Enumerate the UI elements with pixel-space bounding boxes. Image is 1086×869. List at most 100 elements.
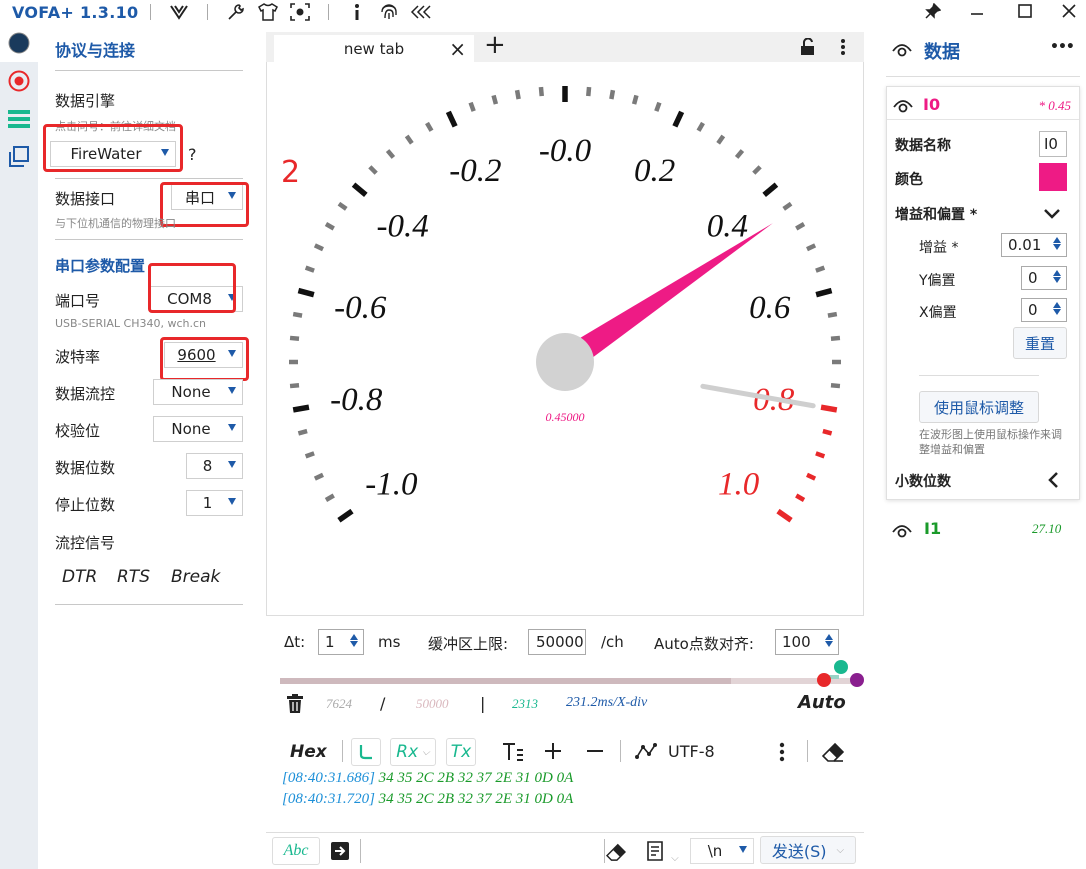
app-title: VOFA+ 1.3.10 <box>12 2 139 22</box>
nav-connection[interactable] <box>0 24 38 62</box>
eye-icon[interactable] <box>892 41 912 61</box>
dt-unit: ms <box>378 633 401 651</box>
fingerprint-icon[interactable] <box>377 1 401 23</box>
timestamp-toggle[interactable] <box>351 738 381 766</box>
rx-toggle[interactable]: Rx ⌵ <box>390 738 436 766</box>
shirt-icon[interactable] <box>256 1 280 23</box>
log-view[interactable]: [08:40:31.686] 34 35 2C 2B 32 37 2E 31 0… <box>282 768 852 830</box>
gauge-tick <box>297 287 315 298</box>
send-button[interactable]: 发送(S) ⌵ <box>760 836 856 864</box>
gauge-tick <box>716 134 726 145</box>
unlock-icon[interactable] <box>799 37 817 60</box>
tx-toggle[interactable]: Tx <box>446 738 476 766</box>
gauge-tick <box>827 311 838 318</box>
reset-button[interactable]: 重置 <box>1013 327 1067 359</box>
break-button[interactable]: Break <box>171 567 220 587</box>
tab-new[interactable]: new tab × <box>274 35 474 63</box>
channel-name[interactable]: I1 <box>924 519 941 538</box>
add-tab-icon[interactable]: + <box>484 30 506 60</box>
buffer-progress-track[interactable] <box>280 678 858 684</box>
chevron-down-icon <box>228 387 236 394</box>
nav-record[interactable] <box>0 62 38 100</box>
spinner-icon <box>824 633 834 651</box>
range-handle-purple[interactable] <box>850 673 864 687</box>
document-icon[interactable]: ⌵ <box>646 841 679 865</box>
range-handle-red[interactable] <box>817 673 831 687</box>
zoom-in-icon[interactable] <box>544 742 562 764</box>
screenshot-icon[interactable] <box>288 1 312 23</box>
vofa-logo-icon[interactable] <box>167 1 191 23</box>
flow-select[interactable]: None <box>153 379 243 405</box>
pin-icon[interactable] <box>918 0 948 22</box>
nav-commands[interactable] <box>0 100 38 138</box>
range-handle-green[interactable] <box>834 660 848 674</box>
send-file-icon[interactable] <box>330 841 350 865</box>
zoom-out-icon[interactable] <box>586 742 604 764</box>
mouse-adjust-button[interactable]: 使用鼠标调整 <box>919 391 1039 423</box>
stopbits-select[interactable]: 1 <box>186 490 243 516</box>
channel-card-i0: I0 * 0.45 数据名称 I0 颜色 增益和偏置 * 增益 * 0.01 Y… <box>886 86 1080 500</box>
eraser-icon[interactable] <box>605 843 627 865</box>
rts-button[interactable]: RTS <box>117 567 150 587</box>
trash-icon[interactable] <box>286 694 304 718</box>
hex-toggle[interactable]: Hex <box>290 742 327 762</box>
minimize-button[interactable] <box>962 0 992 22</box>
newline-select[interactable]: \n <box>690 838 754 864</box>
chevron-down-icon: ⌵ <box>671 853 679 864</box>
chevron-down-icon <box>228 498 236 505</box>
encoding-icon[interactable] <box>635 742 657 764</box>
abc-toggle[interactable]: Abc <box>272 837 320 865</box>
info-icon[interactable] <box>345 1 369 23</box>
annotation-box <box>43 124 183 172</box>
gauge-widget[interactable]: -1.0-0.8-0.6-0.4-0.2-0.00.20.40.60.81.0 … <box>266 62 864 616</box>
eraser-icon[interactable] <box>821 742 845 766</box>
chevron-down-icon[interactable] <box>1043 205 1061 224</box>
gauge-tick <box>830 383 841 389</box>
gauge-tick <box>313 472 324 481</box>
gauge-label: 0.6 <box>749 290 791 326</box>
gain-spinbox[interactable]: 0.01 <box>1001 233 1067 257</box>
databits-select[interactable]: 8 <box>186 453 243 479</box>
yoffset-spinbox[interactable]: 0 <box>1021 266 1067 290</box>
parity-select[interactable]: None <box>153 416 243 442</box>
close-button[interactable] <box>1054 0 1084 22</box>
gauge-label: -0.6 <box>334 290 387 326</box>
engine-label: 数据引擎 <box>55 92 116 110</box>
divider <box>55 178 243 179</box>
help-icon[interactable]: ? <box>188 145 197 164</box>
xoffset-spinbox[interactable]: 0 <box>1021 298 1067 322</box>
color-swatch[interactable] <box>1039 163 1067 191</box>
title-separator <box>328 4 330 20</box>
divider <box>919 375 1039 376</box>
divider <box>886 76 1080 77</box>
config-panel: 协议与连接 数据引擎 点击问号：前往详细文档 FireWater ? 数据接口 … <box>38 24 264 869</box>
spinner-icon <box>1052 301 1062 319</box>
databits-label: 数据位数 <box>55 459 116 477</box>
data-panel-title: 数据 <box>924 42 960 63</box>
close-tab-icon[interactable]: × <box>449 37 466 61</box>
gauge-tick <box>762 182 779 197</box>
more-vertical-icon[interactable] <box>840 38 846 60</box>
buffer-input[interactable]: 50000 <box>528 629 586 655</box>
eye-icon[interactable] <box>893 97 913 117</box>
channel-name[interactable]: I0 <box>923 95 940 114</box>
divider <box>55 239 243 240</box>
dtr-button[interactable]: DTR <box>62 567 97 587</box>
chevron-left-icon[interactable] <box>1047 471 1059 493</box>
encoding-select[interactable]: UTF-8 <box>668 742 715 761</box>
buffer-progress-fill <box>280 678 731 684</box>
wrench-icon[interactable] <box>224 1 248 23</box>
eye-icon[interactable] <box>892 522 912 542</box>
gauge-hub <box>536 333 594 391</box>
name-input[interactable]: I0 <box>1039 131 1067 157</box>
maximize-button[interactable] <box>1010 0 1040 22</box>
auto-align-spinbox[interactable]: 100 <box>775 629 839 655</box>
nav-widgets[interactable] <box>0 138 38 176</box>
auto-button[interactable]: Auto <box>798 692 846 713</box>
dt-spinbox[interactable]: 1 <box>318 629 364 655</box>
more-horizontal-icon[interactable]: ••• <box>1050 39 1075 55</box>
text-format-icon[interactable] <box>502 742 524 766</box>
more-vertical-icon[interactable] <box>779 742 785 766</box>
stopbits-label: 停止位数 <box>55 496 116 514</box>
collapse-icon[interactable] <box>409 1 433 23</box>
